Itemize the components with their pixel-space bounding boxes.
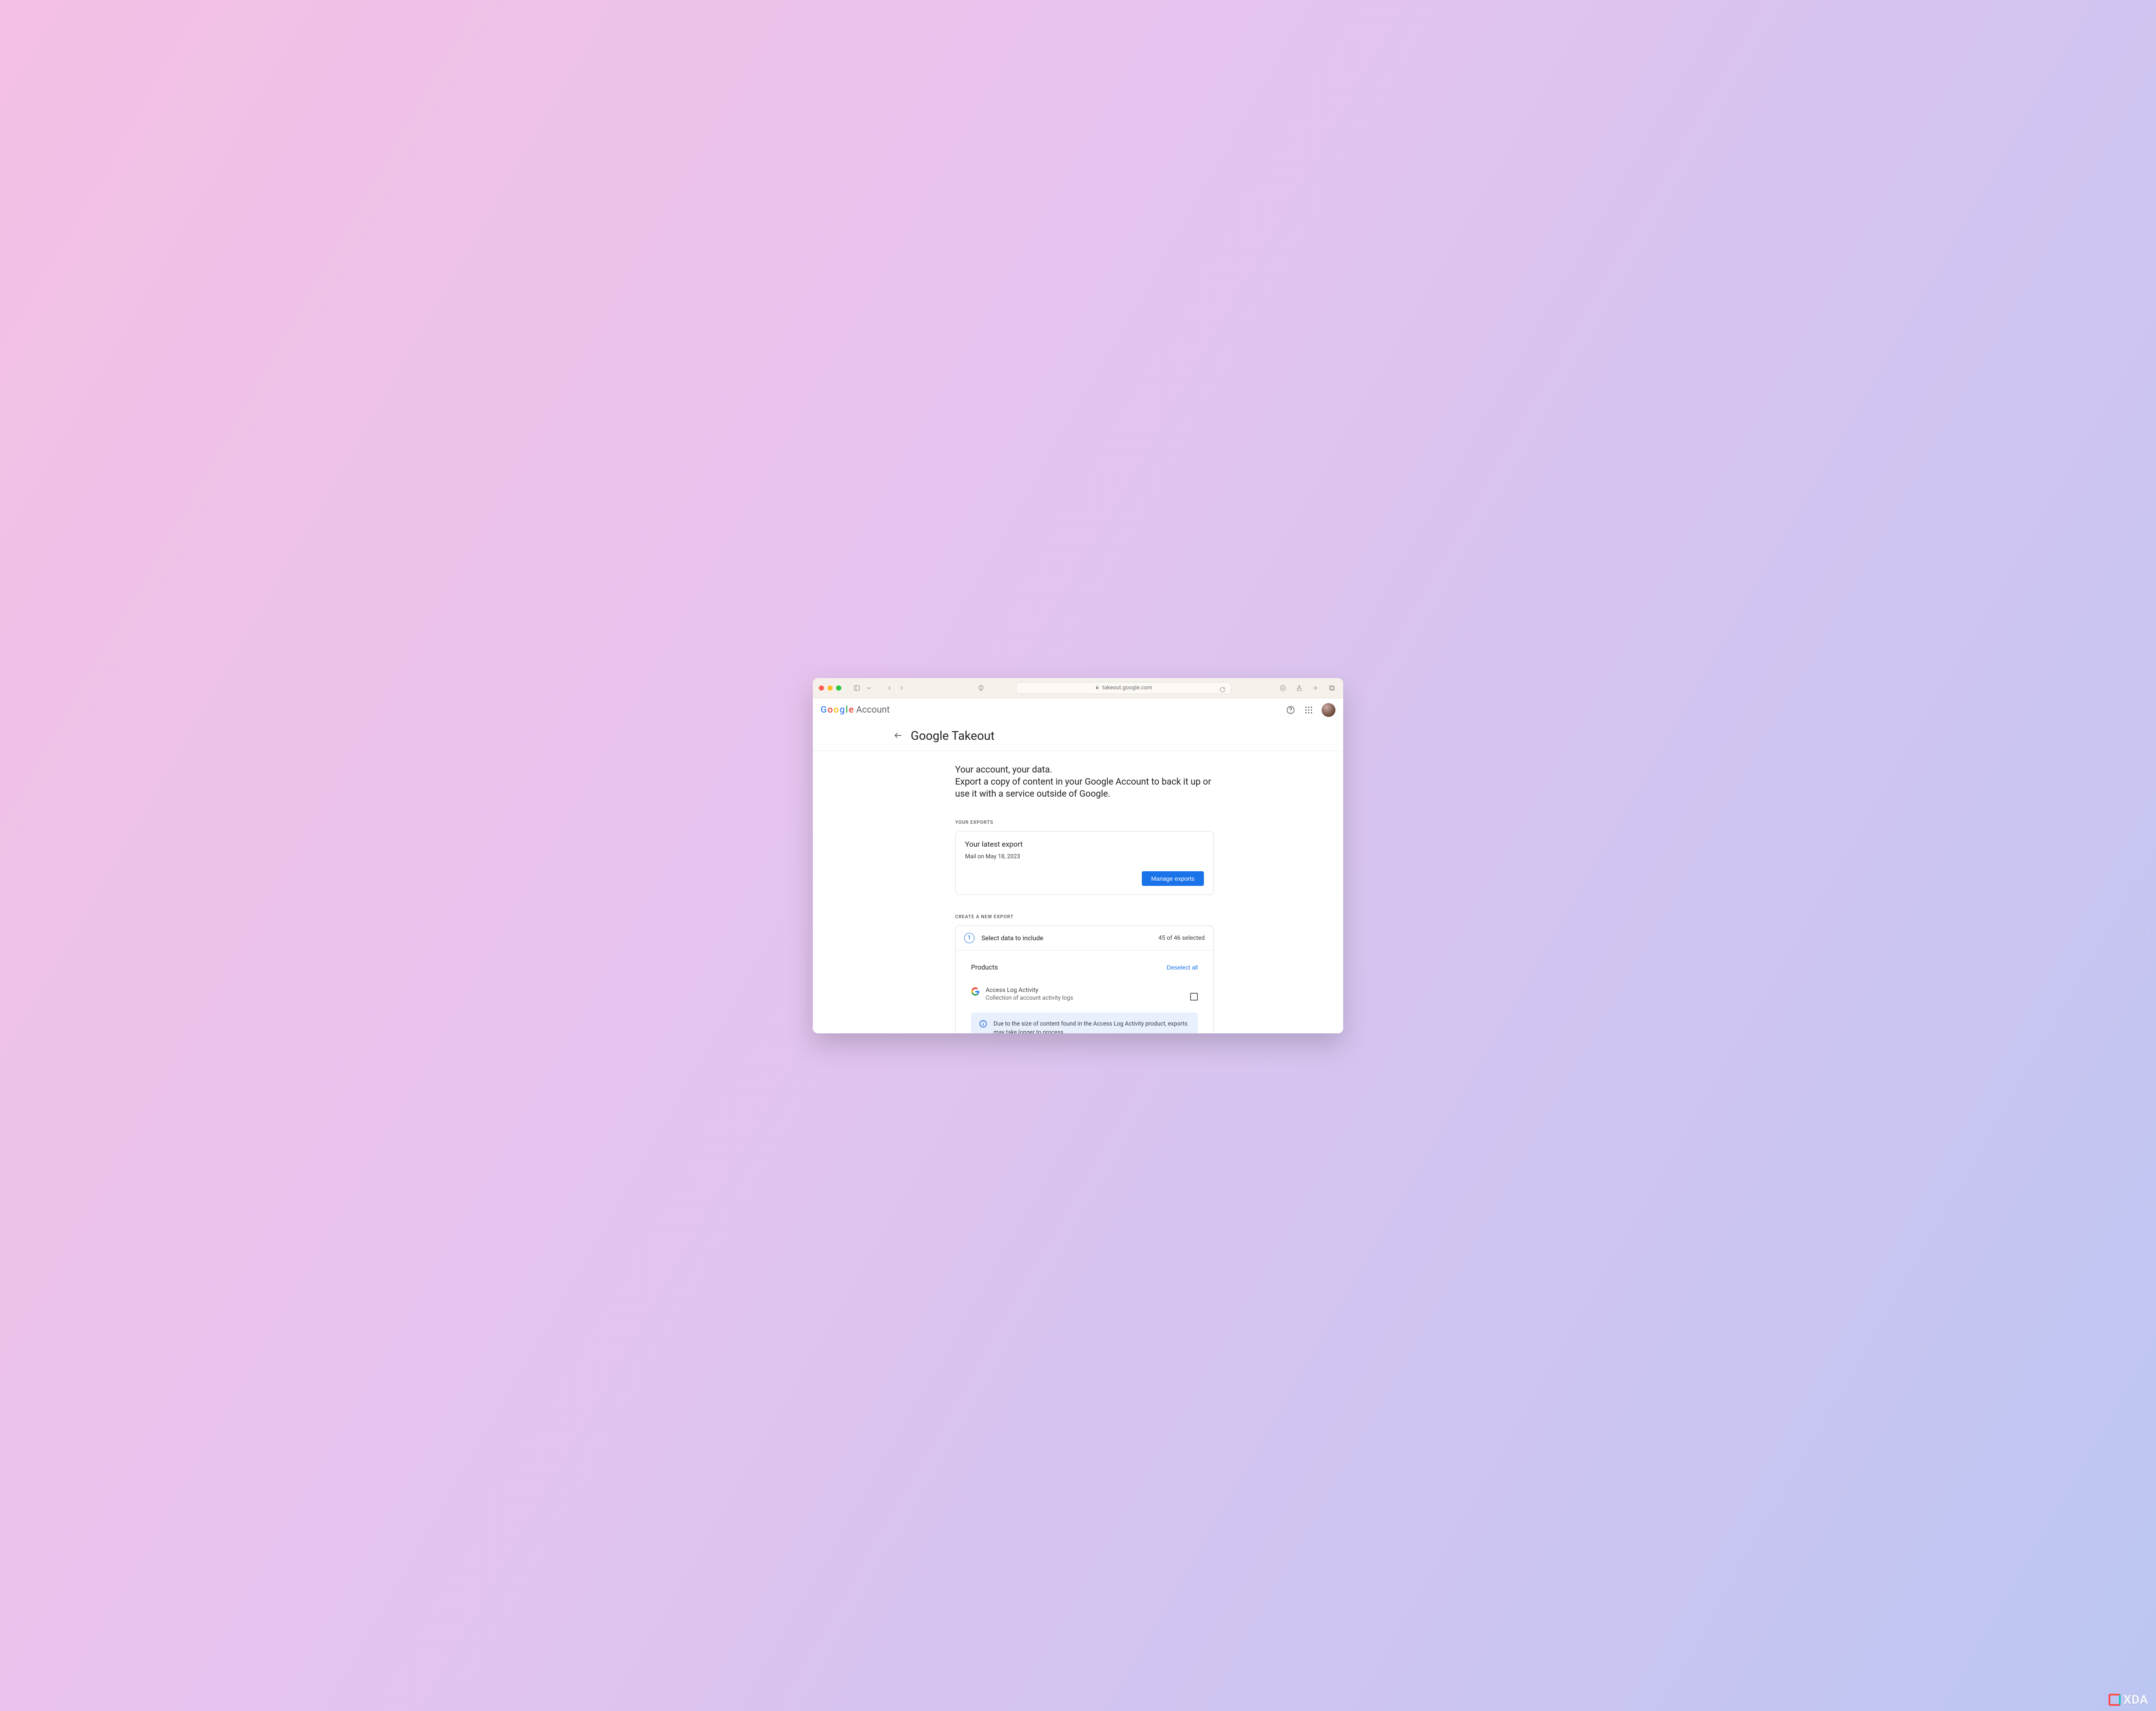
privacy-shield-icon[interactable] — [976, 683, 986, 693]
account-label: Account — [856, 705, 890, 715]
xda-watermark: XDA — [2109, 1692, 2149, 1707]
google-account-logo[interactable]: Google Account — [821, 705, 890, 715]
close-window-button[interactable] — [819, 685, 824, 691]
browser-window: takeout.google.com Google Account — [813, 678, 1343, 1033]
reload-icon[interactable] — [1217, 685, 1228, 695]
info-icon — [979, 1020, 987, 1028]
step-title: Select data to include — [981, 934, 1152, 942]
nav-forward-icon[interactable] — [896, 683, 907, 693]
latest-export-detail: Mail on May 18, 2023 — [965, 853, 1204, 860]
page-title-row: Google Takeout — [884, 723, 1272, 751]
downloads-icon[interactable] — [1278, 683, 1288, 693]
page-title: Google Takeout — [911, 729, 995, 743]
new-tab-icon[interactable] — [1310, 683, 1321, 693]
latest-export-title: Your latest export — [965, 840, 1204, 849]
titlebar: takeout.google.com — [813, 678, 1343, 698]
nav-back-icon[interactable] — [884, 683, 895, 693]
intro-text: Your account, your data. Export a copy o… — [955, 764, 1214, 801]
product-checkbox[interactable] — [1190, 993, 1198, 1001]
create-export-card: 1 Select data to include 45 of 46 select… — [955, 926, 1214, 1033]
info-text: Due to the size of content found in the … — [993, 1020, 1190, 1033]
manage-exports-button[interactable]: Manage exports — [1142, 871, 1204, 886]
sidebar-toggle-icon[interactable] — [852, 683, 862, 693]
tabs-overview-icon[interactable] — [1327, 683, 1337, 693]
app-header: Google Account — [813, 698, 1343, 723]
apps-grid-icon[interactable] — [1304, 705, 1314, 715]
product-description: Collection of account activity logs — [986, 995, 1184, 1001]
create-export-label: CREATE A NEW EXPORT — [955, 914, 1214, 920]
minimize-window-button[interactable] — [827, 685, 833, 691]
product-name: Access Log Activity — [986, 987, 1184, 994]
chevron-down-icon[interactable] — [864, 683, 874, 693]
maximize-window-button[interactable] — [836, 685, 841, 691]
deselect-all-button[interactable]: Deselect all — [1167, 964, 1198, 971]
address-bar[interactable]: takeout.google.com — [1016, 682, 1232, 694]
step-header[interactable]: 1 Select data to include 45 of 46 select… — [956, 926, 1213, 951]
selected-count: 45 of 46 selected — [1159, 935, 1205, 942]
google-g-icon — [971, 987, 980, 996]
your-exports-label: YOUR EXPORTS — [955, 820, 1214, 825]
content-scroll[interactable]: Your account, your data. Export a copy o… — [813, 751, 1343, 1033]
help-icon[interactable] — [1285, 705, 1296, 715]
info-banner: Due to the size of content found in the … — [971, 1013, 1198, 1033]
xda-logo-mark — [2109, 1694, 2121, 1706]
address-text: takeout.google.com — [1102, 685, 1152, 691]
share-icon[interactable] — [1294, 683, 1304, 693]
product-row: Access Log Activity Collection of accoun… — [956, 975, 1213, 1005]
window-controls — [819, 685, 841, 691]
latest-export-card: Your latest export Mail on May 18, 2023 … — [955, 831, 1214, 895]
step-number-badge: 1 — [964, 933, 975, 943]
lock-icon — [1095, 685, 1100, 691]
products-header: Products Deselect all — [956, 951, 1213, 975]
products-heading: Products — [971, 963, 998, 971]
back-arrow-icon[interactable] — [893, 731, 903, 740]
account-avatar[interactable] — [1322, 703, 1335, 717]
